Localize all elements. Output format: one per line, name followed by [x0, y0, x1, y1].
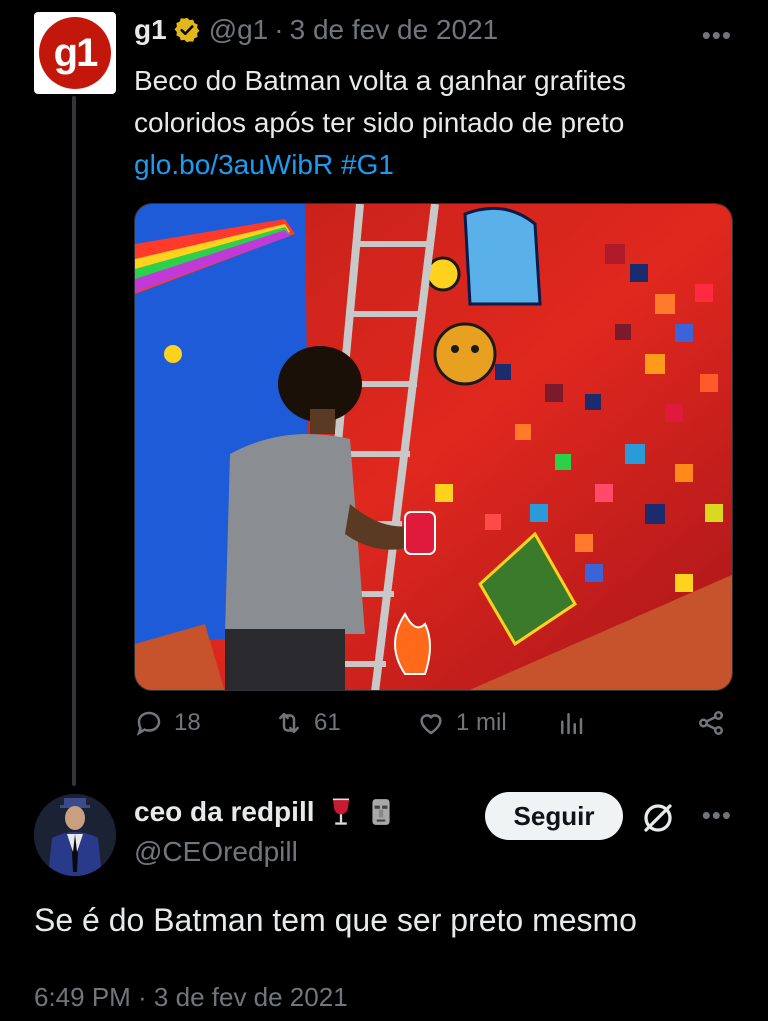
retweet-count: 61 — [314, 709, 341, 736]
heart-icon — [420, 714, 442, 735]
reply-more-options-icon[interactable]: ••• — [702, 800, 732, 831]
moai-icon — [371, 799, 390, 825]
g1-avatar[interactable]: g1 — [34, 12, 116, 94]
author-name[interactable]: g1 — [134, 14, 167, 46]
reply-button[interactable]: 18 — [134, 708, 201, 738]
avatar-illustration — [34, 794, 116, 876]
tweet-media-photo[interactable] — [134, 203, 733, 691]
tweet-link[interactable]: glo.bo/3auWibR #G1 — [134, 149, 394, 180]
reply-author-row: ceo da redpill — [134, 796, 395, 828]
tweet-body: Beco do Batman volta a ganhar grafites c… — [134, 60, 714, 186]
retweet-button[interactable]: 61 — [274, 708, 341, 738]
tweet-action-bar: 18 61 1 mil — [134, 708, 734, 748]
reply-author-avatar[interactable] — [34, 794, 116, 876]
reply-count: 18 — [174, 709, 201, 736]
separator-dot: · — [274, 14, 284, 45]
graffiti-photo-illustration — [135, 204, 732, 690]
tweet-date[interactable]: 3 de fev de 2021 — [290, 14, 499, 46]
verified-badge-icon — [174, 17, 200, 43]
reply-author-name[interactable]: ceo da redpill — [134, 796, 315, 828]
reply-timestamp[interactable]: 6:49 PM · 3 de fev de 2021 — [34, 982, 348, 1013]
g1-logo: g1 — [39, 17, 111, 89]
reply-icon — [136, 711, 161, 736]
share-icon — [699, 711, 723, 735]
follow-button[interactable]: Seguir — [485, 792, 623, 840]
grok-icon[interactable] — [640, 800, 676, 836]
wine-glass-icon — [332, 798, 349, 825]
like-count: 1 mil — [456, 709, 507, 736]
author-handle[interactable]: @g1 — [209, 14, 269, 46]
share-button[interactable] — [696, 708, 726, 738]
analytics-icon — [561, 713, 583, 735]
reply-author-handle[interactable]: @CEOredpill — [134, 836, 298, 868]
thread-connector-line — [72, 96, 76, 786]
more-options-icon[interactable]: ••• — [702, 20, 732, 51]
like-button[interactable]: 1 mil — [416, 708, 507, 738]
reply-text: Se é do Batman tem que ser preto mesmo — [34, 902, 637, 938]
tweet-header: g1 @g1 · 3 de fev de 2021 — [134, 14, 498, 46]
tweet-text: Beco do Batman volta a ganhar grafites c… — [134, 65, 626, 138]
views-button[interactable] — [556, 708, 586, 738]
retweet-icon — [279, 713, 299, 733]
